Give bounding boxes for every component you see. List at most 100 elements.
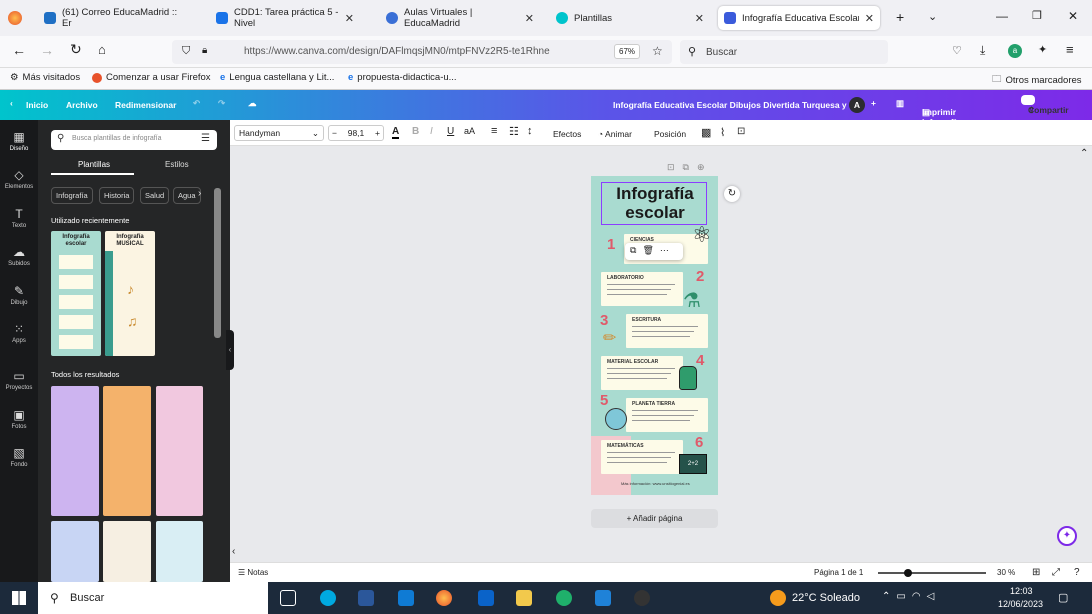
firefox-menu-icon[interactable] xyxy=(8,11,22,25)
chrome-icon[interactable] xyxy=(634,590,650,606)
restore-icon[interactable]: ❐ xyxy=(1032,9,1042,22)
bookmark-lengua[interactable]: e Lengua castellana y Lit... xyxy=(220,72,334,83)
edge-icon[interactable] xyxy=(556,590,572,606)
lock-icon[interactable]: ⊡ xyxy=(737,126,745,137)
add-collaborator-icon[interactable]: + xyxy=(871,98,876,108)
template-result-5[interactable] xyxy=(103,521,151,582)
rail-diseno[interactable]: ▦ Diseño xyxy=(0,130,38,152)
new-tab-icon[interactable]: + xyxy=(896,9,904,25)
more-icon[interactable]: ⋯ xyxy=(660,245,675,255)
search-box[interactable]: ⚲ Buscar xyxy=(680,40,888,64)
tab-plantillas[interactable]: Plantillas xyxy=(78,160,110,169)
rail-fotos[interactable]: ▣ Fotos xyxy=(0,408,38,430)
app-icon[interactable] xyxy=(398,590,414,606)
selection-box[interactable] xyxy=(601,182,707,225)
section-card[interactable]: PLANETA TIERRA xyxy=(626,398,708,432)
template-result-3[interactable] xyxy=(156,386,203,516)
template-search[interactable]: ⚲ Busca plantillas de infografía ☰ xyxy=(51,130,217,150)
close-icon[interactable]: ✕ xyxy=(695,12,704,25)
grid-view-icon[interactable]: ⊞ xyxy=(1032,567,1040,578)
notification-icon[interactable]: ▢ xyxy=(1058,591,1068,604)
home-icon[interactable]: ⌂ xyxy=(98,42,106,57)
template-result-4[interactable] xyxy=(51,521,99,582)
firefox-icon[interactable] xyxy=(436,590,452,606)
spacing-icon[interactable]: ↕ xyxy=(527,125,533,137)
rail-texto[interactable]: T Texto xyxy=(0,207,38,229)
minimize-icon[interactable]: — xyxy=(996,9,1008,23)
chip-historia[interactable]: Historia xyxy=(99,187,135,204)
home-link[interactable]: Inicio xyxy=(26,100,48,110)
menu-icon[interactable]: ≡ xyxy=(1066,42,1074,57)
account-icon[interactable]: a xyxy=(1008,44,1022,58)
rail-proyectos[interactable]: ▭ Proyectos xyxy=(0,369,38,391)
url-text[interactable]: https://www.canva.com/design/DAFlmqsjMN0… xyxy=(244,46,550,57)
section-card[interactable]: MATERIAL ESCOLAR xyxy=(601,356,683,390)
app-icon[interactable] xyxy=(595,590,611,606)
zoom-badge[interactable]: 67% xyxy=(614,44,641,59)
chip-salud[interactable]: Salud xyxy=(140,187,170,204)
insights-icon[interactable]: ▥ xyxy=(896,98,904,109)
bookmark-firefox[interactable]: Comenzar a usar Firefox xyxy=(92,72,211,83)
windows-start-icon[interactable] xyxy=(12,591,26,605)
undo-icon[interactable]: ↶ xyxy=(193,98,200,109)
shield-icon[interactable]: ⛉ xyxy=(182,45,190,58)
magic-assistant-icon[interactable]: ✦ xyxy=(1057,526,1077,546)
transparency-icon[interactable]: ▩ xyxy=(701,126,711,139)
clock-date[interactable]: 12/06/2023 xyxy=(998,599,1043,609)
text-color-icon[interactable]: A xyxy=(392,126,400,139)
star-icon[interactable]: ☆ xyxy=(652,44,663,58)
weather-text[interactable]: 22°C Soleado xyxy=(792,592,860,604)
template-result-1[interactable] xyxy=(51,386,99,516)
close-icon[interactable]: ✕ xyxy=(525,12,534,25)
italic-icon[interactable]: I xyxy=(430,126,433,137)
font-size-value[interactable]: 98,1 xyxy=(348,128,365,138)
tab-plantillas[interactable]: Plantillas ✕ xyxy=(550,6,710,30)
rail-subidos[interactable]: ☁ Subidos xyxy=(0,245,38,267)
avatar[interactable]: A xyxy=(849,97,865,113)
tab-infografia[interactable]: Infografía Educativa Escolar D ✕ xyxy=(718,6,880,30)
position-button[interactable]: Posición xyxy=(654,129,686,139)
panel-scrollbar[interactable] xyxy=(214,188,221,338)
chevron-right-icon[interactable]: › xyxy=(198,188,201,199)
chevron-left-icon[interactable]: ‹ xyxy=(10,98,13,108)
back-icon[interactable]: ← xyxy=(12,42,26,58)
chevron-left-icon[interactable]: ‹ xyxy=(232,546,235,557)
task-view-icon[interactable] xyxy=(280,590,296,606)
tab-estilos[interactable]: Estilos xyxy=(165,160,189,169)
zoom-slider[interactable] xyxy=(878,569,986,577)
chevron-up-icon[interactable]: ⌃ xyxy=(1080,148,1088,159)
bookmark-propuesta[interactable]: e propuesta-didactica-u... xyxy=(348,72,457,83)
list-icon[interactable]: ☷ xyxy=(509,125,519,138)
file-menu[interactable]: Archivo xyxy=(66,100,98,110)
template-result-6[interactable] xyxy=(156,521,203,582)
plus-icon[interactable]: + xyxy=(375,126,383,140)
align-icon[interactable]: ≡ xyxy=(491,125,497,137)
section-card[interactable]: ESCRITURA xyxy=(626,314,708,348)
rail-apps[interactable]: ⁙ Apps xyxy=(0,322,38,344)
tray-icons[interactable]: ⌃▭◠◁ xyxy=(882,591,940,602)
download-icon[interactable]: ⤓ xyxy=(980,43,985,58)
pocket-icon[interactable]: ♡ xyxy=(952,44,962,57)
effects-button[interactable]: Efectos xyxy=(553,129,581,139)
notes-button[interactable]: ☰ Notas xyxy=(238,568,268,577)
chevron-down-icon[interactable]: ⌄ xyxy=(928,10,937,23)
tab-correo[interactable]: (61) Correo EducaMadrid :: Er xyxy=(38,6,193,30)
help-icon[interactable]: ? xyxy=(1074,567,1080,578)
bookmark-otros[interactable]: 🗀 Otros marcadores xyxy=(992,72,1082,88)
collapse-panel-handle[interactable]: ‹ xyxy=(226,330,234,370)
section-card[interactable]: MATEMÁTICAS xyxy=(601,440,683,474)
case-icon[interactable]: aA xyxy=(464,126,475,136)
redo-icon[interactable]: ↷ xyxy=(218,98,225,109)
taskbar-search[interactable]: ⚲ Buscar xyxy=(38,582,268,614)
store-icon[interactable] xyxy=(516,590,532,606)
reload-icon[interactable]: ↻ xyxy=(70,41,82,58)
minus-icon[interactable]: − xyxy=(329,126,337,140)
fullscreen-icon[interactable]: ⤢ xyxy=(1052,567,1060,578)
bold-icon[interactable]: B xyxy=(412,126,419,137)
zoom-slider-knob[interactable] xyxy=(904,569,912,577)
zoom-value[interactable]: 30 % xyxy=(997,568,1015,577)
clock-time[interactable]: 12:03 xyxy=(1010,586,1033,596)
duplicate-icon[interactable]: ⧉ xyxy=(683,162,697,172)
trash-icon[interactable]: 🗑︎ xyxy=(642,245,659,255)
animate-button[interactable]: ◔ Animar xyxy=(598,129,632,139)
